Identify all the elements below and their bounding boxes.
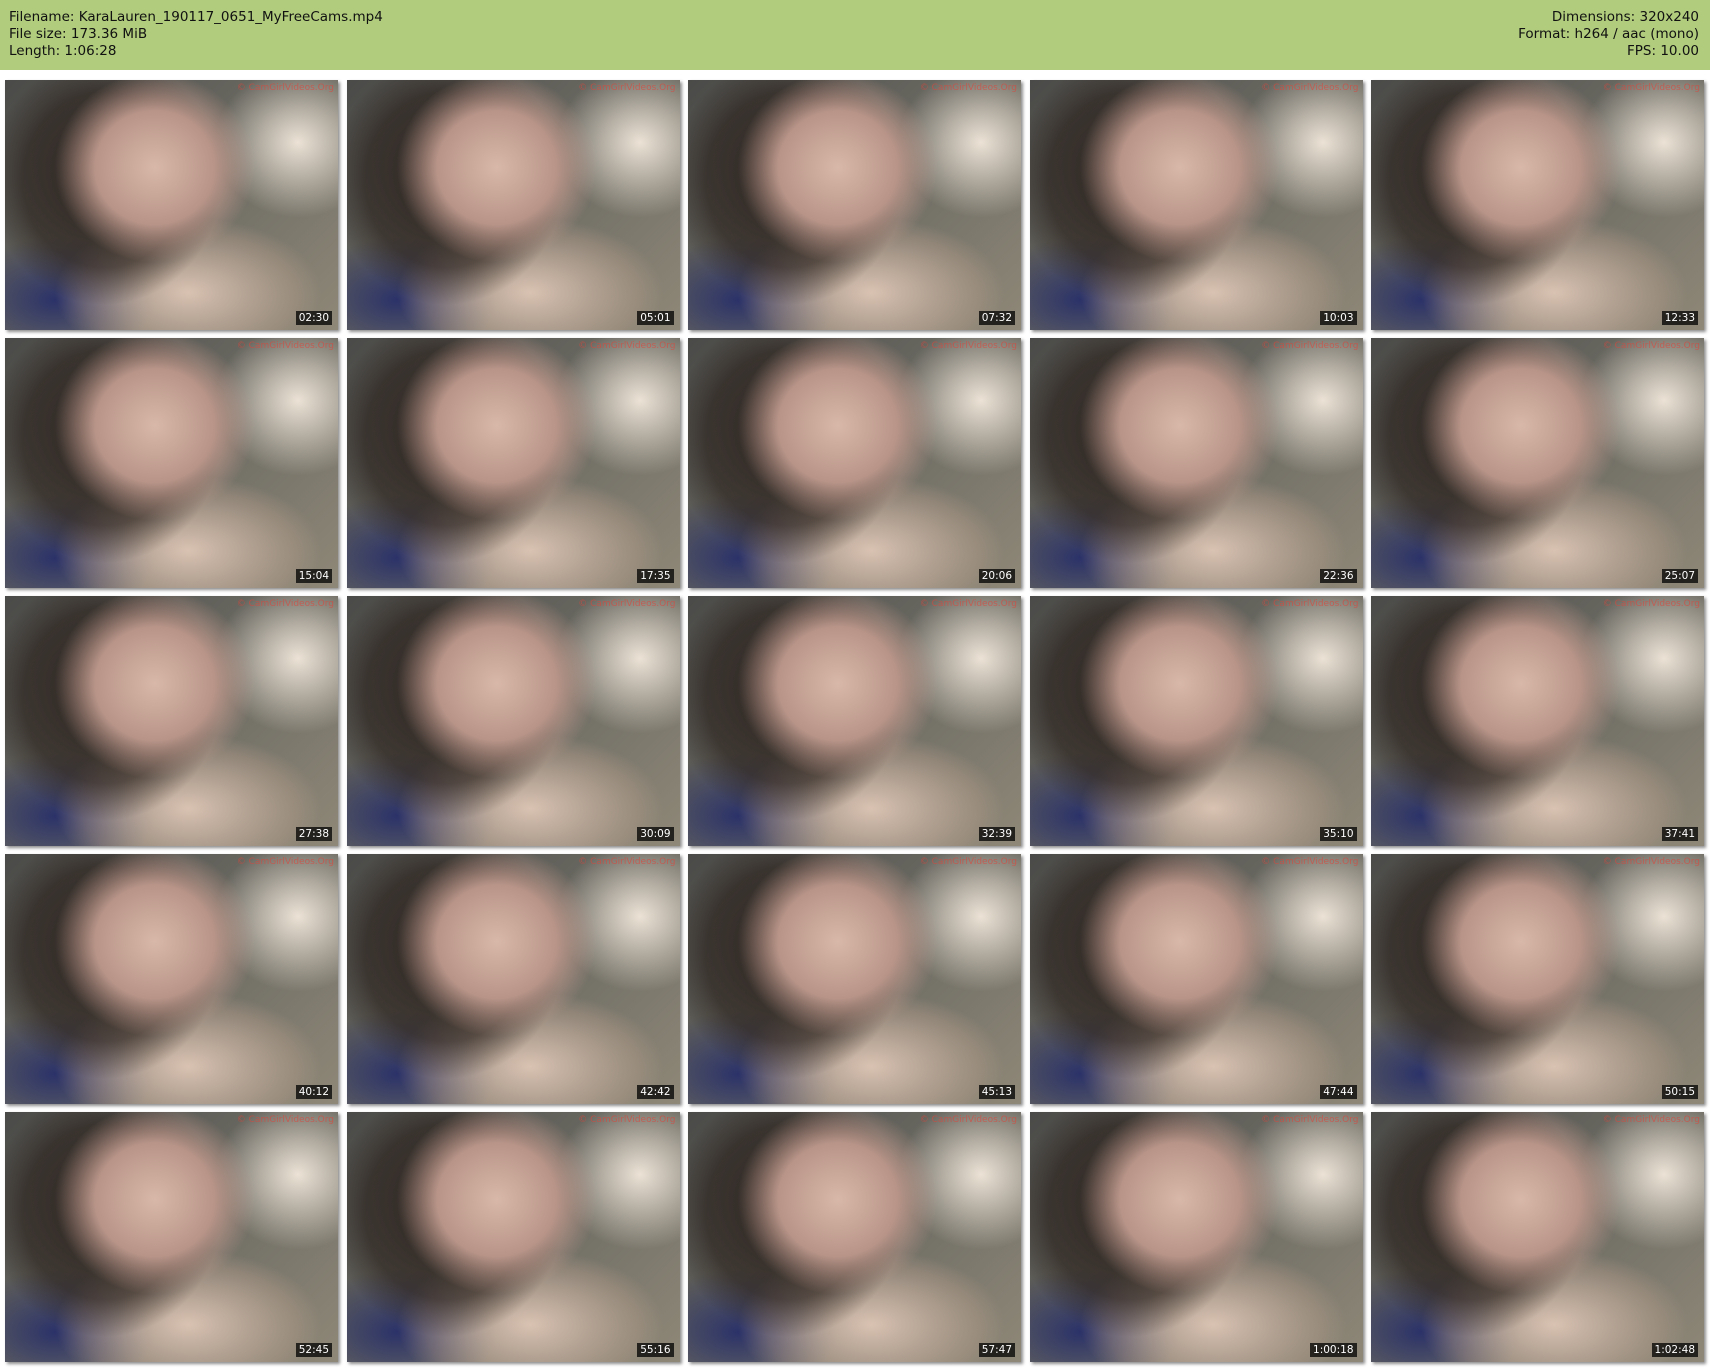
timestamp-label: 20:06 bbox=[978, 569, 1015, 583]
video-thumbnail: © CamGirlVideos.Org 07:32 bbox=[688, 80, 1021, 330]
format: Format: h264 / aac (mono) bbox=[1518, 26, 1699, 42]
thumbnail-grid: © CamGirlVideos.Org 02:30 © CamGirlVideos.… bbox=[5, 80, 1704, 1362]
watermark: © CamGirlVideos.Org bbox=[1261, 341, 1359, 351]
watermark: © CamGirlVideos.Org bbox=[919, 83, 1017, 93]
timestamp-label: 1:00:18 bbox=[1310, 1343, 1357, 1357]
video-thumbnail: © CamGirlVideos.Org 22:36 bbox=[1029, 338, 1363, 588]
video-thumbnail: © CamGirlVideos.Org 15:04 bbox=[5, 338, 338, 588]
watermark: © CamGirlVideos.Org bbox=[1261, 83, 1359, 93]
video-thumbnail: © CamGirlVideos.Org 52:45 bbox=[5, 1112, 338, 1362]
filename: Filename: KaraLauren_190117_0651_MyFreeC… bbox=[9, 9, 383, 25]
timestamp-label: 32:39 bbox=[978, 827, 1015, 841]
video-thumbnail: © CamGirlVideos.Org 45:13 bbox=[688, 854, 1021, 1104]
timestamp-label: 25:07 bbox=[1661, 569, 1698, 583]
timestamp-label: 15:04 bbox=[295, 569, 332, 583]
watermark: © CamGirlVideos.Org bbox=[236, 599, 334, 609]
file-size: File size: 173.36 MiB bbox=[9, 26, 148, 42]
video-thumbnail: © CamGirlVideos.Org 57:47 bbox=[688, 1112, 1021, 1362]
video-thumbnail: © CamGirlVideos.Org 10:03 bbox=[1029, 80, 1363, 330]
watermark: © CamGirlVideos.Org bbox=[1602, 599, 1700, 609]
watermark: © CamGirlVideos.Org bbox=[236, 83, 334, 93]
watermark: © CamGirlVideos.Org bbox=[919, 599, 1017, 609]
watermark: © CamGirlVideos.Org bbox=[578, 83, 676, 93]
video-thumbnail: © CamGirlVideos.Org 35:10 bbox=[1029, 596, 1363, 846]
watermark: © CamGirlVideos.Org bbox=[919, 1115, 1017, 1125]
timestamp-label: 42:42 bbox=[637, 1085, 674, 1099]
video-thumbnail: © CamGirlVideos.Org 55:16 bbox=[346, 1112, 680, 1362]
timestamp-label: 17:35 bbox=[637, 569, 674, 583]
timestamp-label: 37:41 bbox=[1661, 827, 1698, 841]
watermark: © CamGirlVideos.Org bbox=[578, 599, 676, 609]
watermark: © CamGirlVideos.Org bbox=[1261, 1115, 1359, 1125]
video-thumbnail: © CamGirlVideos.Org 40:12 bbox=[5, 854, 338, 1104]
watermark: © CamGirlVideos.Org bbox=[919, 341, 1017, 351]
watermark: © CamGirlVideos.Org bbox=[919, 857, 1017, 867]
video-thumbnail: © CamGirlVideos.Org 05:01 bbox=[346, 80, 680, 330]
video-thumbnail: © CamGirlVideos.Org 37:41 bbox=[1371, 596, 1704, 846]
video-thumbnail: © CamGirlVideos.Org 47:44 bbox=[1029, 854, 1363, 1104]
video-thumbnail: © CamGirlVideos.Org 27:38 bbox=[5, 596, 338, 846]
video-thumbnail: © CamGirlVideos.Org 50:15 bbox=[1371, 854, 1704, 1104]
watermark: © CamGirlVideos.Org bbox=[1261, 857, 1359, 867]
timestamp-label: 12:33 bbox=[1661, 311, 1698, 325]
timestamp-label: 55:16 bbox=[637, 1343, 674, 1357]
timestamp-label: 57:47 bbox=[978, 1343, 1015, 1357]
video-thumbnail: © CamGirlVideos.Org 1:00:18 bbox=[1029, 1112, 1363, 1362]
watermark: © CamGirlVideos.Org bbox=[236, 857, 334, 867]
timestamp-label: 35:10 bbox=[1320, 827, 1357, 841]
video-thumbnail: © CamGirlVideos.Org 1:02:48 bbox=[1371, 1112, 1704, 1362]
video-thumbnail: © CamGirlVideos.Org 02:30 bbox=[5, 80, 338, 330]
watermark: © CamGirlVideos.Org bbox=[236, 341, 334, 351]
timestamp-label: 1:02:48 bbox=[1651, 1343, 1698, 1357]
watermark: © CamGirlVideos.Org bbox=[578, 1115, 676, 1125]
watermark: © CamGirlVideos.Org bbox=[1261, 599, 1359, 609]
timestamp-label: 10:03 bbox=[1320, 311, 1357, 325]
video-thumbnail: © CamGirlVideos.Org 32:39 bbox=[688, 596, 1021, 846]
timestamp-label: 47:44 bbox=[1320, 1085, 1357, 1099]
timestamp-label: 45:13 bbox=[978, 1085, 1015, 1099]
watermark: © CamGirlVideos.Org bbox=[578, 341, 676, 351]
video-thumbnail: © CamGirlVideos.Org 25:07 bbox=[1371, 338, 1704, 588]
timestamp-label: 27:38 bbox=[295, 827, 332, 841]
watermark: © CamGirlVideos.Org bbox=[1602, 83, 1700, 93]
watermark: © CamGirlVideos.Org bbox=[578, 857, 676, 867]
timestamp-label: 05:01 bbox=[637, 311, 674, 325]
video-thumbnail: © CamGirlVideos.Org 12:33 bbox=[1371, 80, 1704, 330]
watermark: © CamGirlVideos.Org bbox=[1602, 341, 1700, 351]
fps: FPS: 10.00 bbox=[1627, 43, 1699, 59]
video-thumbnail: © CamGirlVideos.Org 17:35 bbox=[346, 338, 680, 588]
timestamp-label: 30:09 bbox=[637, 827, 674, 841]
file-info-right: Dimensions: 320x240 Format: h264 / aac (… bbox=[1518, 9, 1699, 60]
timestamp-label: 40:12 bbox=[295, 1085, 332, 1099]
watermark: © CamGirlVideos.Org bbox=[236, 1115, 334, 1125]
timestamp-label: 50:15 bbox=[1661, 1085, 1698, 1099]
video-thumbnail: © CamGirlVideos.Org 30:09 bbox=[346, 596, 680, 846]
info-header: Filename: KaraLauren_190117_0651_MyFreeC… bbox=[0, 0, 1710, 70]
timestamp-label: 22:36 bbox=[1320, 569, 1357, 583]
video-thumbnail: © CamGirlVideos.Org 20:06 bbox=[688, 338, 1021, 588]
timestamp-label: 02:30 bbox=[295, 311, 332, 325]
dimensions: Dimensions: 320x240 bbox=[1551, 9, 1699, 25]
watermark: © CamGirlVideos.Org bbox=[1602, 857, 1700, 867]
timestamp-label: 07:32 bbox=[978, 311, 1015, 325]
timestamp-label: 52:45 bbox=[295, 1343, 332, 1357]
video-thumbnail: © CamGirlVideos.Org 42:42 bbox=[346, 854, 680, 1104]
length: Length: 1:06:28 bbox=[9, 43, 117, 59]
file-info-left: Filename: KaraLauren_190117_0651_MyFreeC… bbox=[9, 9, 383, 60]
watermark: © CamGirlVideos.Org bbox=[1602, 1115, 1700, 1125]
